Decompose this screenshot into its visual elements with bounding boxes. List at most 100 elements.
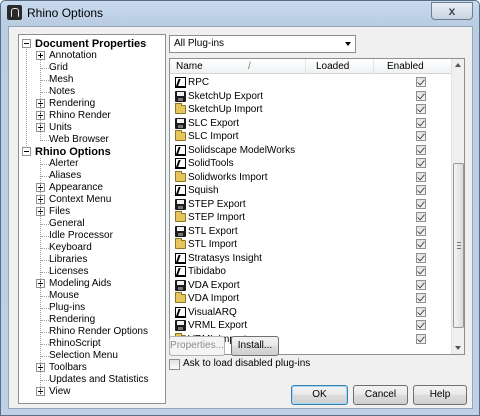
plugin-row[interactable]: Solidscape ModelWorks [170,144,452,157]
command-icon [175,144,186,156]
command-icon [175,252,186,264]
window-title: Rhino Options [27,6,104,20]
enabled-checkbox[interactable] [416,158,426,168]
expand-icon[interactable] [36,51,45,60]
tree-connector [41,236,49,237]
tree-connector [41,380,49,381]
plugin-name: VisualARQ [188,306,237,318]
chevron-down-icon[interactable] [345,42,351,46]
plugin-name: VDA Export [188,279,240,291]
tree-item-label: Libraries [49,254,88,265]
enabled-checkbox[interactable] [416,117,426,128]
tree-connector [41,320,49,321]
enabled-checkbox[interactable] [416,90,426,101]
enabled-checkbox[interactable] [416,171,426,182]
ok-button[interactable]: OK [291,385,348,405]
plugin-row[interactable]: SLC Export [170,117,452,130]
tree-item-label: Mesh [49,74,74,85]
plugin-row[interactable]: VisualARQ [170,306,452,319]
scroll-up-arrow-icon[interactable] [452,59,464,72]
collapse-icon[interactable] [22,147,31,156]
cancel-button[interactable]: Cancel [353,385,408,405]
enabled-checkbox[interactable] [416,306,426,317]
options-tree[interactable]: Document Properties Annotation Grid Mesh Not… [18,34,166,404]
scrollbar-thumb[interactable] [453,163,464,328]
plugin-row[interactable]: SLC Import [170,130,452,143]
plugin-row[interactable]: STL Export [170,225,452,238]
plugin-name: Stratasys Insight [188,252,262,264]
enabled-checkbox[interactable] [416,77,426,87]
plugin-row[interactable]: Squish [170,184,452,197]
checkmark-icon [417,212,425,221]
collapse-icon[interactable] [22,39,31,48]
column-header-name[interactable]: Name [176,61,203,72]
properties-button[interactable]: Properties... [169,336,225,356]
enabled-checkbox[interactable] [416,266,426,276]
tree-connector [40,158,41,393]
tree-item-label: Rendering [49,98,96,109]
enabled-checkbox[interactable] [416,225,426,236]
save-icon [175,320,186,331]
plugin-list[interactable]: Name / Loaded Enabled RPC SketchUp Export… [169,58,465,355]
help-button[interactable]: Help [413,385,467,405]
enabled-checkbox[interactable] [416,212,426,222]
checkmark-icon [417,118,425,126]
tree-item-label: Document Properties [35,38,147,50]
grip-icon [457,242,461,249]
enabled-checkbox[interactable] [416,252,426,263]
plugin-row[interactable]: SketchUp Import [170,103,452,116]
plugin-row[interactable]: SolidTools [170,157,452,170]
tree-connector [41,80,49,81]
tree-connector [41,344,49,345]
plugin-row[interactable]: VDA Import [170,292,452,305]
plugin-list-scrollbar[interactable] [451,59,464,354]
column-divider[interactable] [373,59,374,74]
plugin-row[interactable]: Solidworks Import [170,170,452,184]
save-icon [175,279,186,291]
tree-item-label: Toolbars [49,362,87,373]
install-button[interactable]: Install... [231,336,279,356]
tree-item-label: Context Menu [49,194,112,205]
enabled-checkbox[interactable] [416,239,426,249]
plugin-row[interactable]: STEP Import [170,211,452,224]
close-button[interactable]: x [431,2,473,20]
rhino-app-icon [7,5,22,20]
plugin-row[interactable]: STL Import [170,238,452,251]
plugin-row[interactable]: RPC [170,76,452,89]
enabled-checkbox[interactable] [416,293,426,303]
plugin-row[interactable]: Tibidabo [170,265,452,278]
column-divider[interactable] [305,59,306,74]
column-header-enabled[interactable]: Enabled [387,61,424,72]
plugin-row[interactable]: Stratasys Insight [170,252,452,265]
ask-disabled-checkbox[interactable] [169,359,180,370]
enabled-checkbox[interactable] [416,131,426,141]
folder-icon [175,170,186,182]
plugin-name: RPC [188,77,210,88]
title-bar: Rhino Options x [1,1,479,25]
scroll-down-arrow-icon[interactable] [452,341,464,354]
plugin-name: STL Import [188,239,238,250]
plugin-row[interactable]: VRML Export [170,319,452,332]
enabled-checkbox[interactable] [416,104,426,114]
checkmark-icon [417,199,425,207]
tree-item-label: Web Browser [49,134,109,145]
plugin-filter-dropdown[interactable]: All Plug-ins [169,35,356,53]
tree-connector [41,260,49,261]
column-header-loaded[interactable]: Loaded [316,61,349,72]
enabled-checkbox[interactable] [416,333,426,344]
enabled-checkbox[interactable] [416,279,426,290]
enabled-checkbox[interactable] [416,185,426,195]
plugin-row[interactable]: SketchUp Export [170,90,452,103]
enabled-checkbox[interactable] [416,198,426,209]
plugin-row[interactable]: VDA Export [170,279,452,292]
plugin-row[interactable]: STEP Export [170,198,452,211]
enabled-checkbox[interactable] [416,320,426,330]
checkmark-icon [417,158,425,167]
tree-connector [41,272,49,273]
tree-item-label: Updates and Statistics [49,374,149,385]
tree-item-label: View [49,386,71,397]
tree-item-label: Rhino Options [35,146,111,158]
plugin-name: SketchUp Import [188,104,263,115]
tree-item-label: Idle Processor [49,230,113,241]
enabled-checkbox[interactable] [416,144,426,155]
